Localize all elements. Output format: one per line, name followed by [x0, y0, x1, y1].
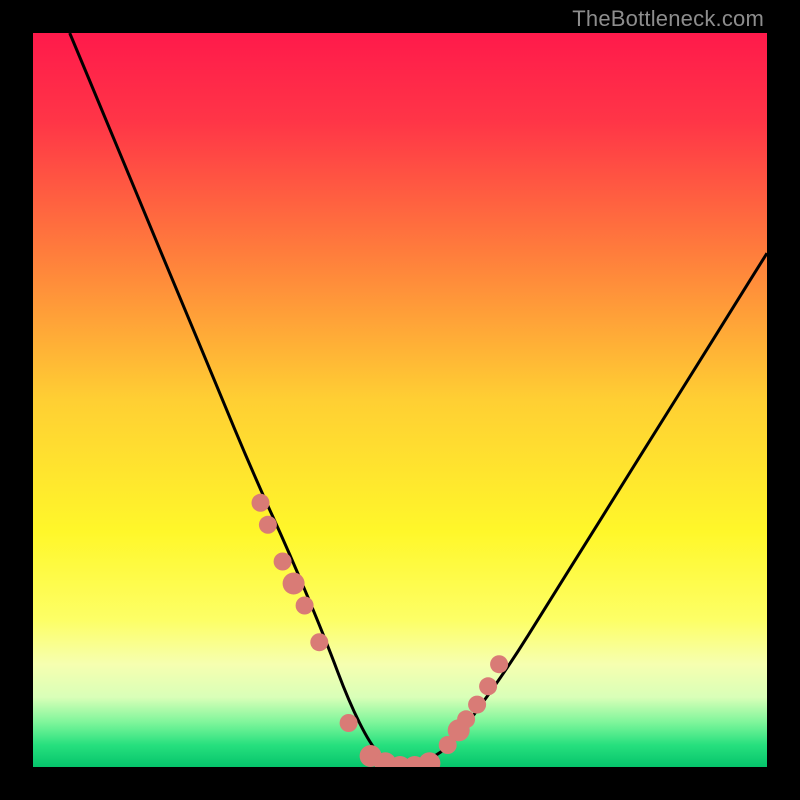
bottleneck-curve — [70, 33, 767, 767]
highlight-dot — [274, 553, 292, 571]
watermark-text: TheBottleneck.com — [572, 6, 764, 32]
highlight-dot — [283, 573, 305, 595]
highlight-dots — [252, 494, 509, 767]
highlight-dot — [296, 597, 314, 615]
highlight-dot — [340, 714, 358, 732]
highlight-dot — [479, 677, 497, 695]
highlight-dot — [252, 494, 270, 512]
highlight-dot — [490, 655, 508, 673]
chart-frame: TheBottleneck.com — [0, 0, 800, 800]
highlight-dot — [457, 710, 475, 728]
highlight-dot — [259, 516, 277, 534]
curve-layer — [33, 33, 767, 767]
highlight-dot — [468, 696, 486, 714]
plot-area — [33, 33, 767, 767]
highlight-dot — [310, 633, 328, 651]
